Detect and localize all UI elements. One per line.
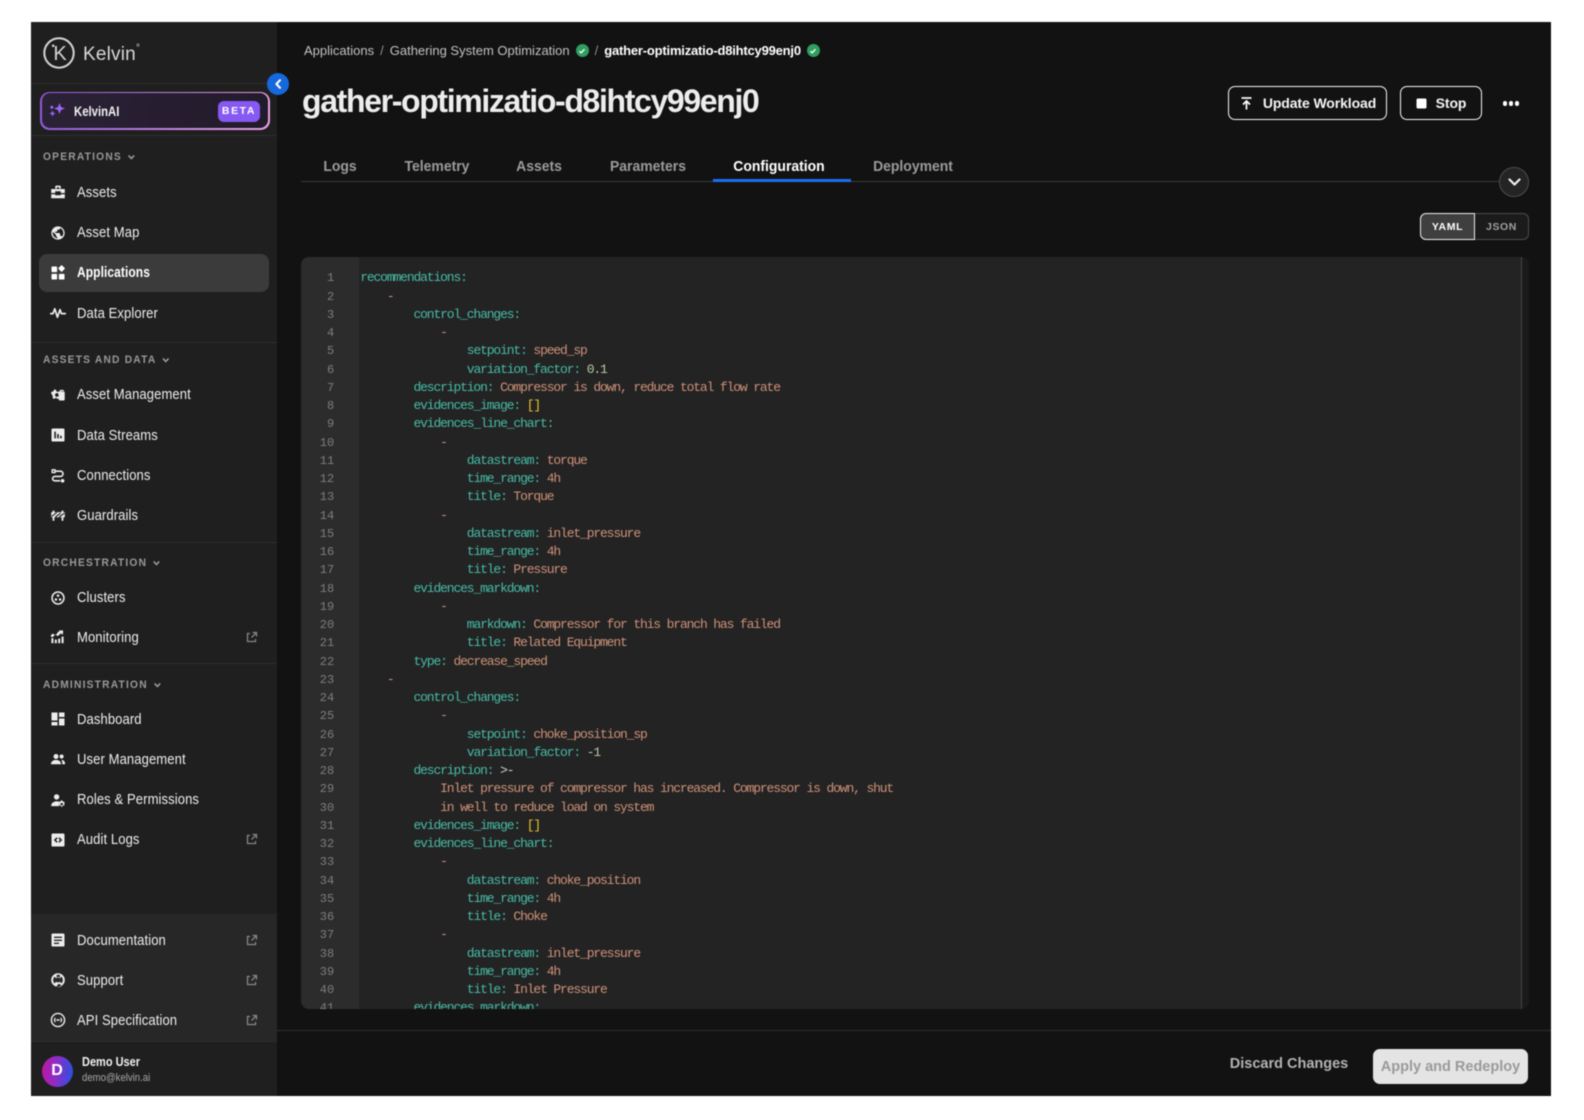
svg-text:K: K [53,43,67,65]
